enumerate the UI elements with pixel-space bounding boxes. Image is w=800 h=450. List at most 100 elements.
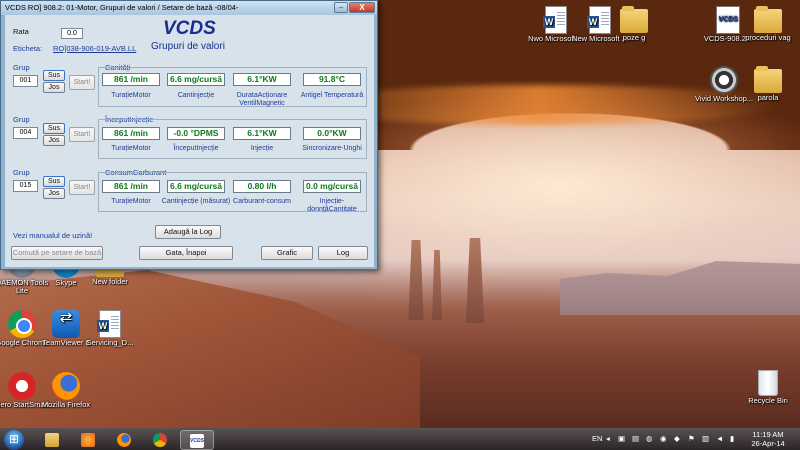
vcds-icon [716,6,740,34]
value-field: 6.6 mg/cursă [167,180,225,193]
add-to-log-button[interactable]: Adaugă la Log [155,225,221,239]
explorer-icon [45,433,59,447]
graph-button[interactable]: Grafic [261,246,313,260]
manual-link[interactable]: Vezi manualul de uzină! [13,231,92,240]
word-doc-icon [97,310,121,338]
desktop-icon[interactable]: parola [738,66,798,102]
power-icon[interactable]: ▮ [730,434,734,443]
desktop-icon[interactable]: Mozilla Firefox [36,372,96,409]
taskbar-firefox[interactable] [108,430,142,450]
folder-icon [620,6,648,33]
value-label: Injecție-donnțăCantitate [307,198,357,213]
value-label: TurațieMotor [111,92,151,99]
window-client: Rata 0.0 Eticheta: RO]038-906-019-AVB.LL… [5,15,374,267]
group-up-button[interactable]: Sus [43,70,65,81]
network-icon[interactable]: ▥ [702,434,709,443]
action-center-icon[interactable]: ⚑ [688,434,695,443]
chrome-icon [153,433,167,447]
group-number-input[interactable]: 015 [13,180,38,192]
start-button[interactable] [4,430,24,450]
group-down-button[interactable]: Jos [43,135,65,146]
taskbar-chrome[interactable] [144,430,178,450]
tray-app-icon[interactable]: ▣ [618,434,625,443]
taskbar-explorer[interactable] [36,430,70,450]
value-label: Sincronizare-Unghi [302,145,362,152]
value-field: 0.0°KW [303,127,361,140]
value-field: 861 /min [102,127,160,140]
vcds-logo: VCDS [163,18,216,39]
done-back-button[interactable]: Gata, Înapoi [139,246,233,260]
group-up-button[interactable]: Sus [43,123,65,134]
teamviewer-icon [52,310,80,338]
desktop-icon-label: poze g [622,33,646,42]
value-field: 0.0 mg/cursă [303,180,361,193]
desktop-icon-label: parola [757,93,779,102]
close-button[interactable]: X [349,2,375,13]
clock-time: 11:19 AM [752,430,784,439]
group-number-input[interactable]: 001 [13,75,38,87]
group-start-button[interactable]: Start! [69,75,95,90]
value-label: TurațieMotor [111,145,151,152]
desktop-icon[interactable]: proceduri vag [738,6,798,42]
desktop-icon[interactable]: poze g [604,6,664,42]
window-titlebar[interactable]: VCDS RO] 908.2: 01-Motor, Grupuri de val… [1,1,377,15]
desktop-icon-label: Skype [55,278,77,287]
value-field: 91.8°C [303,73,361,86]
desktop-icon-label: New folder [92,277,128,286]
desktop-icon[interactable]: Recycle Bin [738,370,798,405]
page-title: Grupuri de valori [151,41,225,52]
value-field: 861 /min [102,73,160,86]
group-up-button[interactable]: Sus [43,176,65,187]
value-field: -0.0 °DPMS [167,127,225,140]
group-start-button[interactable]: Start! [69,127,95,142]
value-field: 0.80 l/h [233,180,291,193]
word-doc-icon [543,6,567,34]
rate-value: 0.0 [61,28,83,39]
tray-app-icon[interactable]: ◉ [660,434,667,443]
tray-app-icon[interactable]: ▤ [632,434,639,443]
desktop-icon-label: proceduri vag [745,33,791,42]
rate-label: Rata [13,27,29,36]
chrome-icon [8,310,36,338]
taskbar-media-player[interactable] [72,430,106,450]
group-label: Grup [13,115,30,124]
group-start-button[interactable]: Start! [69,180,95,195]
language-indicator[interactable]: EN [592,434,602,443]
vivid-icon [710,66,738,94]
group-down-button[interactable]: Jos [43,82,65,93]
vcds-icon: VCDS [190,434,204,448]
firefox-icon [52,372,80,400]
label-label: Eticheta: [13,44,43,53]
group-label: Grup [13,63,30,72]
basic-setting-button[interactable]: Comută pe setare de bază [11,246,103,260]
value-label: Cantinjecție (măsurat) [161,198,231,205]
label-link[interactable]: RO]038-906-019-AVB.LL [53,44,136,53]
firefox-icon [117,433,131,447]
clock[interactable]: 11:19 AM 26-Apr-14 [746,430,790,448]
desktop-icon-label: Recycle Bin [748,396,788,405]
group-down-button[interactable]: Jos [43,188,65,199]
media-player-icon [81,433,95,447]
value-label: Cantinjecție [177,92,215,99]
minimize-button[interactable]: – [334,2,348,13]
tray-expand-icon[interactable]: ◂ [606,434,610,443]
desktop-icon[interactable]: Servicing_D... [80,310,140,347]
value-label: Carburant-consum [233,198,291,205]
taskbar-vcds[interactable]: VCDS [180,430,214,450]
volume-icon[interactable]: ◄ [716,434,723,443]
value-field: 861 /min [102,180,160,193]
group-label: Grup [13,168,30,177]
nero-icon [8,372,36,400]
tray-app-icon[interactable]: ◍ [646,434,653,443]
log-button[interactable]: Log [318,246,368,260]
window-title: VCDS RO] 908.2: 01-Motor, Grupuri de val… [5,3,239,12]
value-label: Antigel Temperatură [300,92,364,99]
vcds-window: VCDS RO] 908.2: 01-Motor, Grupuri de val… [0,0,378,270]
desktop-icon-label: Mozilla Firefox [41,400,91,409]
folder-icon [754,66,782,93]
value-label: DurataAcționare VentilMagnetic [236,92,288,107]
group-number-input[interactable]: 004 [13,127,38,139]
value-field: 6.6 mg/cursă [167,73,225,86]
tray-app-icon[interactable]: ◆ [674,434,680,443]
folder-icon [754,6,782,33]
